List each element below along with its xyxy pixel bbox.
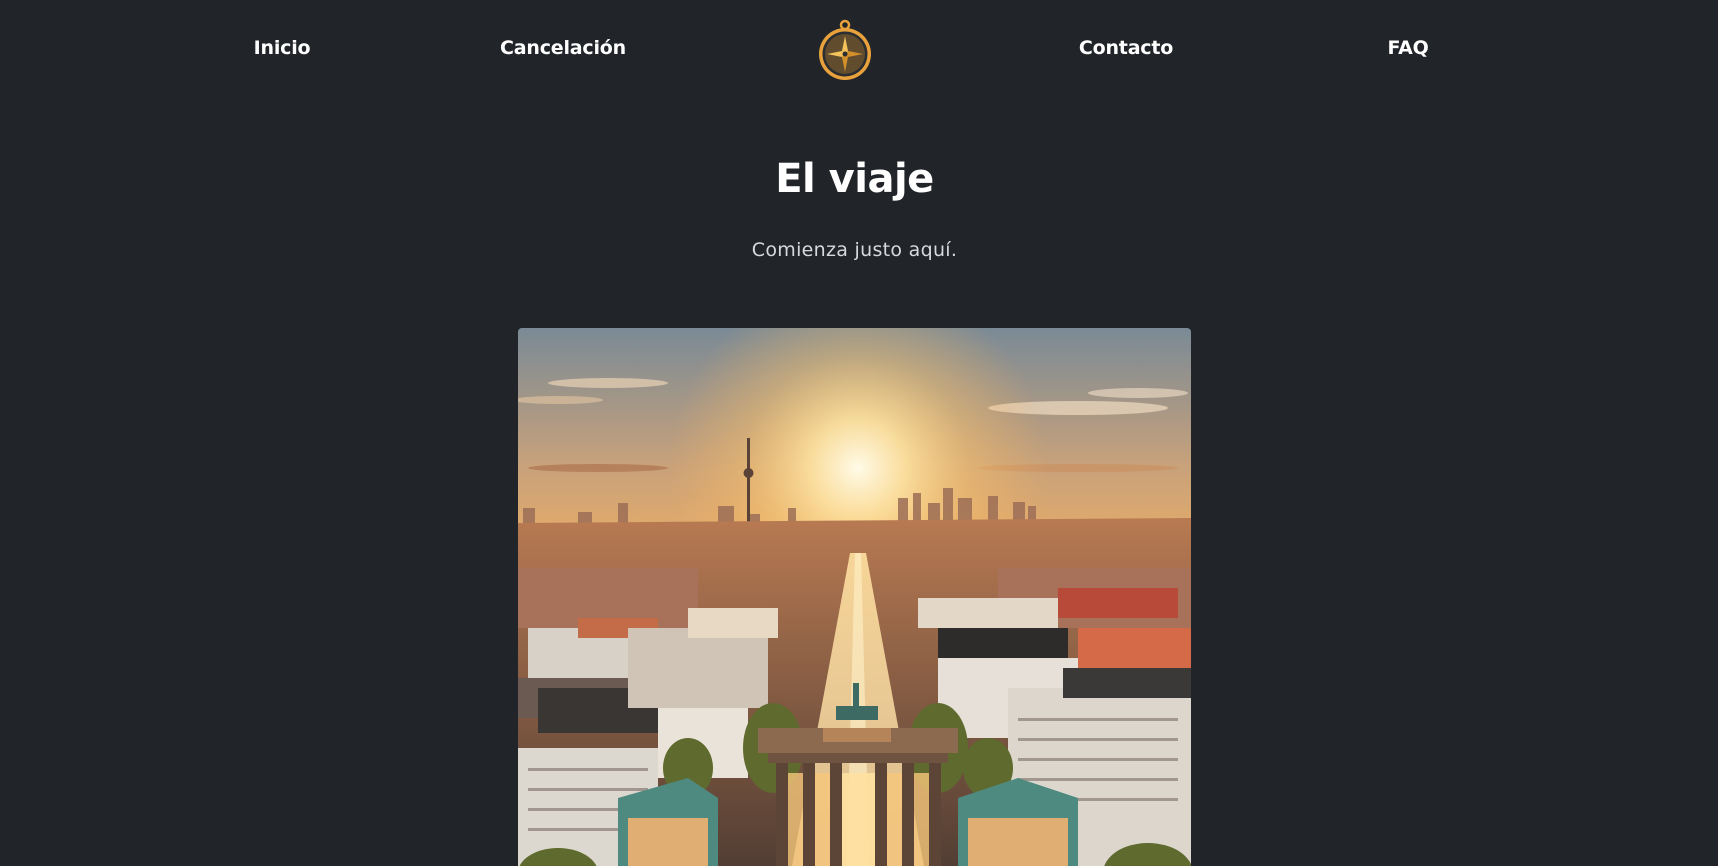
city-sunset-image (518, 328, 1191, 866)
top-navigation: Inicio Cancelación Contacto FAQ (0, 0, 1718, 102)
nav-link-inicio[interactable]: Inicio (254, 37, 311, 59)
nav-link-cancelacion[interactable]: Cancelación (500, 37, 626, 59)
page-title: El viaje (775, 156, 934, 202)
nav-link-contacto[interactable]: Contacto (1079, 37, 1173, 59)
page-subtitle: Comienza justo aquí. (751, 239, 958, 261)
nav-link-faq[interactable]: FAQ (1387, 37, 1428, 59)
page: Inicio Cancelación Contacto FAQ El viaje… (0, 0, 1718, 866)
compass-icon[interactable] (817, 19, 873, 83)
